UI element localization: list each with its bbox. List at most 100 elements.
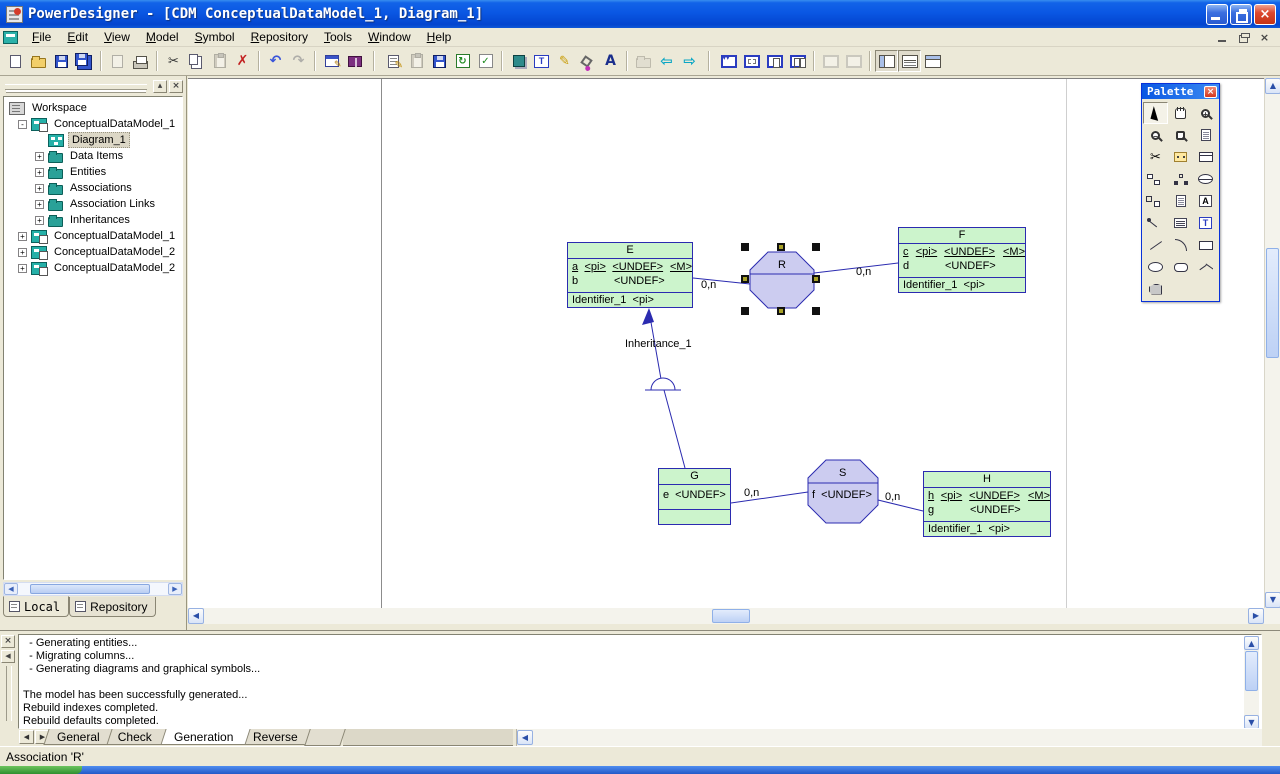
palette-association-node-tool[interactable]	[1168, 168, 1193, 190]
expand-expander[interactable]: +	[18, 232, 27, 241]
palette-rounded-rectangle-tool[interactable]	[1168, 256, 1193, 278]
facing-pages-button[interactable]	[786, 50, 809, 72]
go-back-button[interactable]: ⇦	[655, 50, 678, 72]
new-button[interactable]	[4, 50, 27, 72]
scrollbar-thumb[interactable]	[30, 584, 150, 594]
canvas-horizontal-scrollbar[interactable]: ◀ ▶	[188, 608, 1264, 624]
report-button[interactable]	[382, 50, 405, 72]
tab-generation[interactable]: Generation	[160, 729, 251, 745]
scroll-up-icon[interactable]: ▲	[1265, 78, 1280, 94]
properties-button[interactable]	[320, 50, 343, 72]
diagram-window-button[interactable]	[717, 50, 740, 72]
save-all-button[interactable]	[73, 50, 96, 72]
tab-local[interactable]: Local	[3, 596, 69, 617]
delete-button[interactable]: ✗	[231, 50, 254, 72]
menu-view[interactable]: View	[96, 29, 138, 46]
palette-package-tool[interactable]	[1168, 146, 1193, 168]
menu-tools[interactable]: Tools	[316, 29, 360, 46]
redo-button[interactable]: ↷	[287, 50, 310, 72]
selection-handle[interactable]	[777, 307, 785, 315]
menu-symbol[interactable]: Symbol	[187, 29, 243, 46]
expand-expander[interactable]: +	[35, 184, 44, 193]
palette-inheritance-tool[interactable]	[1143, 168, 1168, 190]
scroll-up-icon[interactable]: ▲	[1244, 636, 1259, 650]
palette-title-bar[interactable]: Palette ×	[1142, 84, 1219, 99]
link-window-button[interactable]	[819, 50, 842, 72]
palette-polyline-tool[interactable]	[1193, 256, 1218, 278]
output-horizontal-scrollbar[interactable]: ◀	[516, 729, 1262, 746]
link-window-2-button[interactable]	[842, 50, 865, 72]
tree-item-associations[interactable]: + Associations	[6, 180, 182, 196]
cut-button[interactable]: ✂	[162, 50, 185, 72]
fill-style-button[interactable]	[576, 50, 599, 72]
selection-handle[interactable]	[741, 275, 749, 283]
mdi-restore-button[interactable]	[1236, 31, 1251, 44]
output-collapse-button[interactable]: ◀	[1, 650, 15, 663]
tree-item-workspace[interactable]: Workspace	[6, 100, 182, 116]
tree-item-inheritances[interactable]: + Inheritances	[6, 212, 182, 228]
tab-scroll-left-icon[interactable]: ◀	[19, 730, 34, 744]
undo-button[interactable]: ↶	[264, 50, 287, 72]
page-window-button[interactable]	[763, 50, 786, 72]
palette-text-tool[interactable]: A	[1193, 190, 1218, 212]
palette-association-link-tool[interactable]	[1143, 190, 1168, 212]
menu-edit[interactable]: Edit	[59, 29, 96, 46]
paste-button[interactable]	[208, 50, 231, 72]
selection-handle[interactable]	[741, 307, 749, 315]
palette-ellipse-tool[interactable]	[1143, 256, 1168, 278]
restore-button[interactable]	[1230, 4, 1252, 25]
powerdesigner-app-icon[interactable]	[6, 6, 23, 23]
expand-expander[interactable]: +	[35, 168, 44, 177]
history-button[interactable]	[632, 50, 655, 72]
collapse-expander[interactable]: -	[18, 120, 27, 129]
fill-color-button[interactable]	[507, 50, 530, 72]
tab-reverse[interactable]: Reverse	[239, 729, 315, 745]
entity-E[interactable]: E a<pi><UNDEF><M> b<UNDEF> Identifier_1 …	[567, 242, 693, 308]
palette-grab-tool[interactable]	[1168, 102, 1193, 124]
mdi-minimize-button[interactable]	[1215, 31, 1230, 44]
palette-rectangle-tool[interactable]	[1193, 234, 1218, 256]
symbol-window-button[interactable]	[740, 50, 763, 72]
palette-title-tool[interactable]	[1168, 212, 1193, 234]
check-model-button[interactable]: ✓	[474, 50, 497, 72]
entity-H[interactable]: H h<pi><UNDEF><M> g<UNDEF> Identifier_1 …	[923, 471, 1051, 537]
minimize-button[interactable]	[1206, 4, 1228, 25]
panel-pin-button[interactable]: ▴	[153, 80, 167, 93]
print-preview-button[interactable]	[106, 50, 129, 72]
save-button[interactable]	[50, 50, 73, 72]
selection-handle[interactable]	[777, 243, 785, 251]
copy-button[interactable]	[185, 50, 208, 72]
output-grip-handle[interactable]	[6, 666, 12, 721]
palette-zoom-area-tool[interactable]	[1168, 124, 1193, 146]
expand-expander[interactable]: +	[35, 152, 44, 161]
regenerate-button[interactable]: ↻	[451, 50, 474, 72]
scrollbar-thumb[interactable]	[712, 609, 750, 623]
tree-item-diagram-1[interactable]: Diagram_1	[6, 132, 182, 148]
scroll-down-icon[interactable]: ▼	[1265, 592, 1280, 608]
selection-handle[interactable]	[812, 243, 820, 251]
start-button[interactable]	[0, 766, 82, 774]
menu-repository[interactable]: Repository	[243, 29, 316, 46]
toggle-panel-button[interactable]	[921, 50, 944, 72]
link-G-S[interactable]	[731, 492, 808, 503]
expand-expander[interactable]: +	[35, 216, 44, 225]
palette-properties-tool[interactable]	[1193, 124, 1218, 146]
font-button[interactable]: A	[599, 50, 622, 72]
find-objects-button[interactable]	[428, 50, 451, 72]
print-button[interactable]	[129, 50, 152, 72]
tree-item-association-links[interactable]: + Association Links	[6, 196, 182, 212]
close-button[interactable]: ×	[1254, 4, 1276, 25]
palette-note-tool[interactable]	[1168, 190, 1193, 212]
palette-close-button[interactable]: ×	[1204, 86, 1217, 98]
palette-polygon-tool[interactable]	[1143, 278, 1168, 300]
palette-zoom-in-tool[interactable]: +	[1193, 102, 1218, 124]
panel-grip-handle[interactable]	[5, 84, 147, 90]
entity-F[interactable]: F c<pi><UNDEF><M> d<UNDEF> Identifier_1 …	[898, 227, 1026, 293]
expand-expander[interactable]: +	[18, 248, 27, 257]
tab-repository[interactable]: Repository	[69, 597, 156, 617]
text-frame-button[interactable]: T	[530, 50, 553, 72]
tree-item-entities[interactable]: + Entities	[6, 164, 182, 180]
palette-entity-tool[interactable]	[1193, 146, 1218, 168]
toggle-output-button[interactable]	[898, 50, 921, 72]
expand-expander[interactable]: +	[35, 200, 44, 209]
